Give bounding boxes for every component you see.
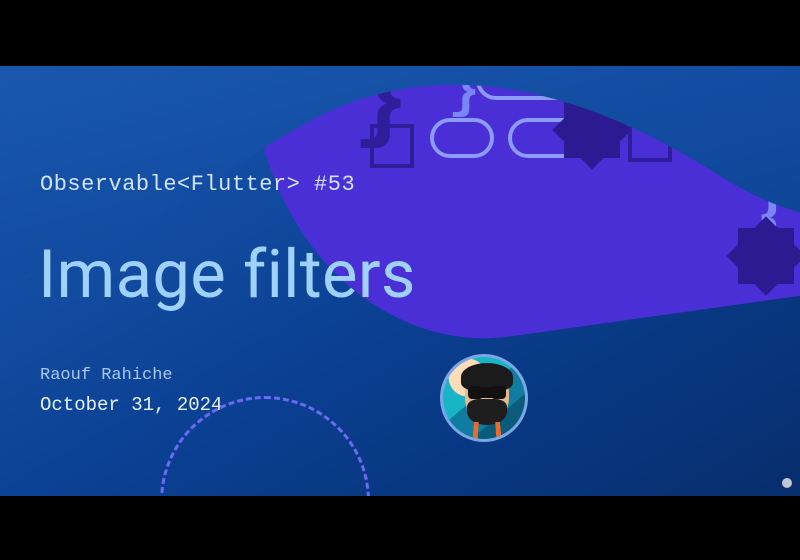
sunglasses-icon bbox=[470, 387, 504, 398]
square-outline-decor bbox=[628, 118, 672, 162]
pill-outline-decor bbox=[690, 108, 800, 148]
talk-date: October 31, 2024 bbox=[40, 394, 222, 416]
letterbox-stage: } } { } Observable<Flutter> #53 Imag bbox=[0, 0, 800, 560]
series-label: Observable<Flutter> #53 bbox=[40, 172, 355, 197]
pill-outline-decor bbox=[430, 118, 494, 158]
title-slide: } } { } Observable<Flutter> #53 Imag bbox=[0, 66, 800, 496]
presenter-avatar bbox=[440, 354, 528, 442]
starburst-icon bbox=[700, 66, 742, 96]
starburst-icon bbox=[564, 102, 620, 158]
avatar-lanyard bbox=[472, 422, 503, 442]
presenter-name: Raouf Rahiche bbox=[40, 366, 173, 385]
corner-dot-decor bbox=[782, 478, 792, 488]
talk-title: Image filters bbox=[38, 236, 416, 314]
square-outline-decor bbox=[370, 124, 414, 168]
starburst-icon bbox=[738, 228, 794, 284]
